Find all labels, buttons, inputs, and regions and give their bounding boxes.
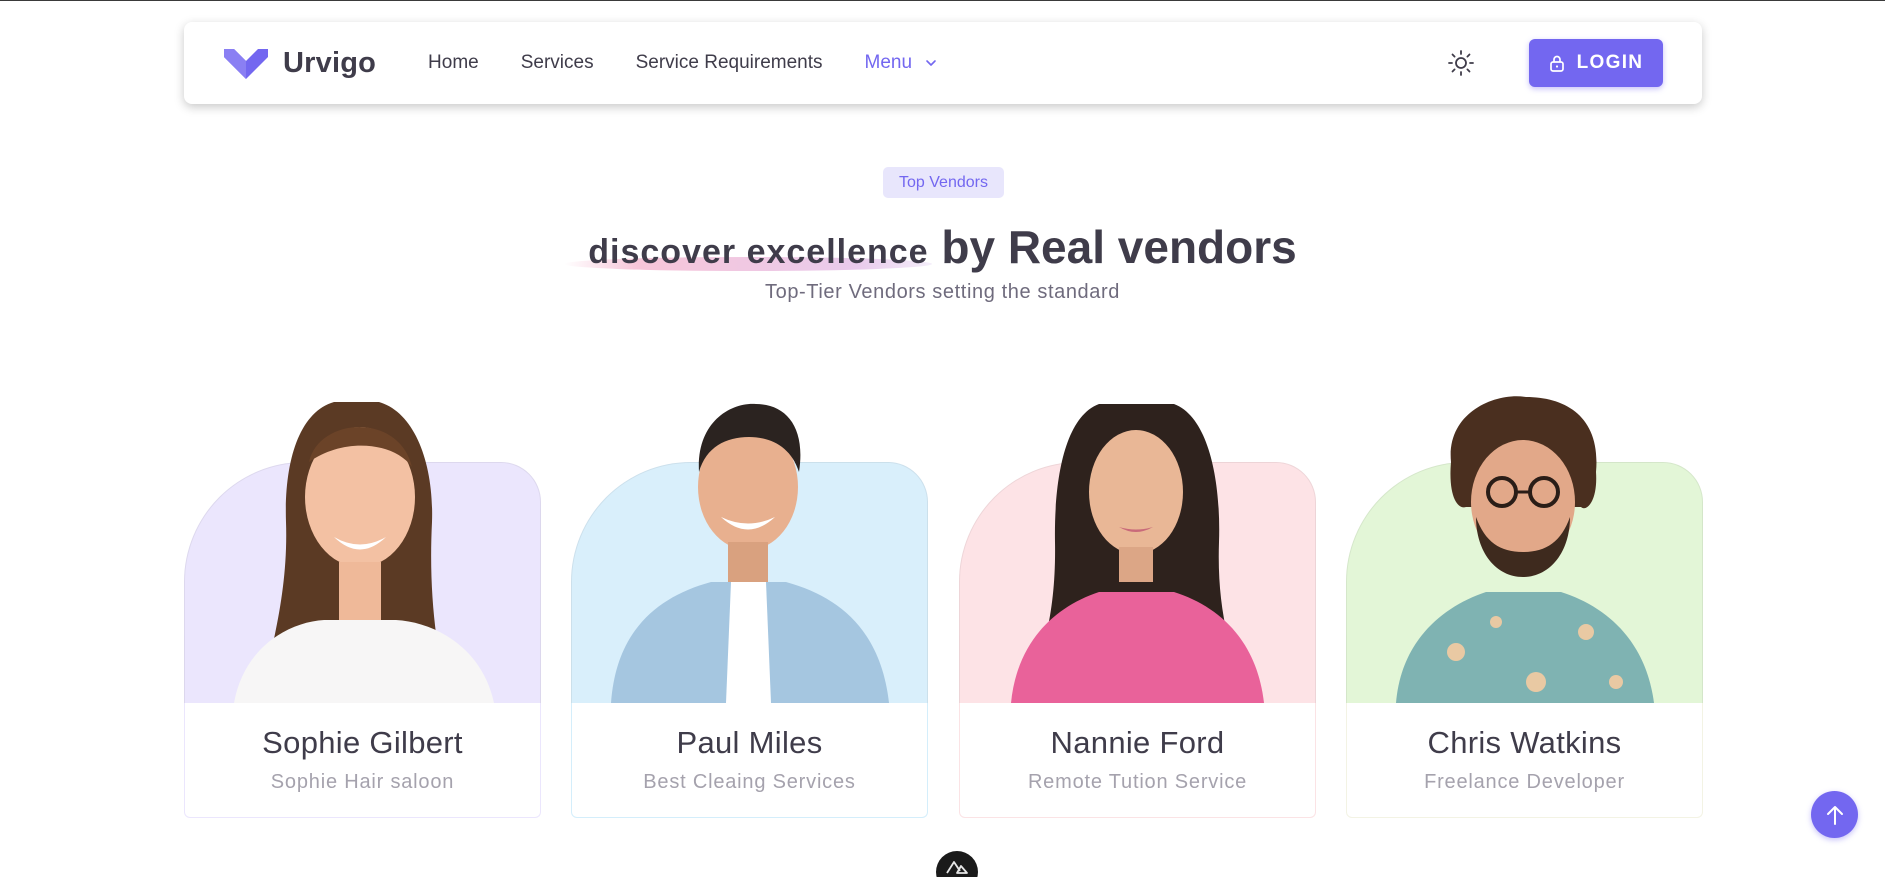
section-headline: discover excellence by Real vendors xyxy=(0,220,1885,274)
brand-logo-icon xyxy=(224,49,268,79)
vendor-photo xyxy=(611,403,889,703)
vendor-service: Best Cleaing Services xyxy=(643,771,856,793)
vendor-info: Sophie Gilbert Sophie Hair saloon xyxy=(184,703,541,818)
brand[interactable]: Urvigo xyxy=(222,45,376,81)
nav-menu-dropdown[interactable]: Menu xyxy=(865,52,939,74)
vendor-service: Freelance Developer xyxy=(1424,771,1625,793)
vendor-card[interactable]: Chris Watkins Freelance Developer xyxy=(1346,392,1703,818)
top-navbar: Urvigo Home Services Service Requirement… xyxy=(184,22,1702,104)
vendor-name: Chris Watkins xyxy=(1427,725,1622,760)
nav-service-requirements[interactable]: Service Requirements xyxy=(636,52,823,74)
vendor-photo xyxy=(234,402,494,703)
lock-icon xyxy=(1549,55,1564,72)
theme-toggle-button[interactable] xyxy=(1445,47,1477,79)
vendor-card[interactable]: Sophie Gilbert Sophie Hair saloon xyxy=(184,392,541,818)
vendor-service: Remote Tution Service xyxy=(1027,771,1248,793)
devtools-button[interactable] xyxy=(936,851,978,877)
login-label: LOGIN xyxy=(1576,52,1644,73)
vendor-name: Sophie Gilbert xyxy=(262,725,463,760)
vendor-photo xyxy=(1011,404,1264,703)
login-button[interactable]: LOGIN xyxy=(1529,39,1663,87)
headline-rest: by Real vendors xyxy=(941,221,1297,273)
nav-menu-label: Menu xyxy=(864,52,913,73)
vendor-photo xyxy=(1396,396,1654,703)
vendor-info: Paul Miles Best Cleaing Services xyxy=(571,703,928,818)
vendor-name: Nannie Ford xyxy=(1050,725,1225,760)
scroll-to-top-button[interactable] xyxy=(1811,791,1858,838)
arrow-up-icon xyxy=(1826,805,1843,825)
vendor-info: Nannie Ford Remote Tution Service xyxy=(959,703,1316,818)
headline-highlight: discover excellence xyxy=(588,233,929,271)
section-subheading: Top-Tier Vendors setting the standard xyxy=(765,281,1120,303)
nav-services[interactable]: Services xyxy=(521,52,594,74)
vendor-card[interactable]: Paul Miles Best Cleaing Services xyxy=(571,392,928,818)
window-top-border xyxy=(0,0,1885,1)
vendor-service: Sophie Hair saloon xyxy=(270,771,455,793)
sun-icon xyxy=(1448,50,1474,76)
nav-links: Home Services Service Requirements Menu xyxy=(428,52,980,74)
vendor-card[interactable]: Nannie Ford Remote Tution Service xyxy=(959,392,1316,818)
nav-actions: LOGIN xyxy=(1445,39,1663,87)
section-badge: Top Vendors xyxy=(883,167,1004,198)
vendor-info: Chris Watkins Freelance Developer xyxy=(1346,703,1703,818)
nav-home[interactable]: Home xyxy=(428,52,479,74)
chevron-down-icon xyxy=(926,60,936,66)
vendor-name: Paul Miles xyxy=(676,725,823,760)
brand-name: Urvigo xyxy=(283,46,377,79)
nuxt-devtools-icon xyxy=(946,861,968,874)
